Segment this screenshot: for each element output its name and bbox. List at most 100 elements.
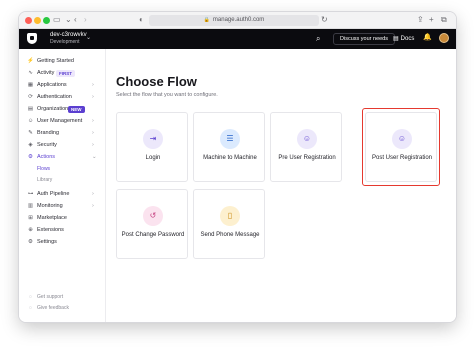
address-bar[interactable]: 🔒 manage.auth0.com xyxy=(149,15,319,26)
sidebar-item-security[interactable]: ◈ Security › xyxy=(19,140,106,151)
sidebar-item-user-management[interactable]: ☺ User Management › xyxy=(19,116,106,127)
flow-card-machine-to-machine[interactable]: ☰ Machine to Machine xyxy=(193,112,265,182)
flow-card-label: Machine to Machine xyxy=(203,155,257,161)
sidebar: ⚡ Getting Started ∿ Activity FIRST ▦ App… xyxy=(19,49,106,322)
lock-icon: 🔒 xyxy=(203,17,210,23)
new-badge: NEW xyxy=(68,106,85,113)
forward-icon[interactable]: › xyxy=(84,15,87,25)
chevron-right-icon: › xyxy=(92,203,94,209)
authentication-icon: ⟳ xyxy=(28,94,33,100)
sidebar-item-label: Organizations xyxy=(37,106,71,112)
flow-card-login[interactable]: ⇥ Login xyxy=(116,112,188,182)
sidebar-item-label: Settings xyxy=(37,239,57,245)
rocket-icon: ⚡ xyxy=(27,58,34,64)
monitoring-icon: ▥ xyxy=(27,203,34,209)
bell-icon[interactable]: 🔔 xyxy=(423,33,432,41)
tabs-overview-icon[interactable]: ⧉ xyxy=(441,15,447,25)
branding-icon: ✎ xyxy=(28,130,33,136)
sidebar-subitem-flows[interactable]: Flows xyxy=(37,165,50,174)
chevron-down-icon[interactable]: ⌄ xyxy=(65,15,72,25)
activity-icon: ∿ xyxy=(28,70,33,76)
user-management-icon: ☺ xyxy=(27,118,34,124)
sidebar-item-actions[interactable]: ⚙ Actions ⌄ xyxy=(19,152,106,163)
sidebar-item-label: Monitoring xyxy=(37,203,63,209)
sidebar-item-label: Applications xyxy=(37,82,67,88)
shield-icon[interactable]: ◐ xyxy=(139,15,144,25)
sidebar-item-label: Getting Started xyxy=(37,58,74,64)
sidebar-item-marketplace[interactable]: ⊞ Marketplace xyxy=(19,213,106,224)
page-subtitle: Select the flow that you want to configu… xyxy=(116,92,218,98)
auth0-logo[interactable] xyxy=(27,33,37,44)
sidebar-item-label: Activity xyxy=(37,70,55,76)
sidebar-item-label: Branding xyxy=(37,130,60,136)
flow-card-post-user-registration[interactable]: ☺ Post User Registration xyxy=(365,112,437,182)
sidebar-subitem-library[interactable]: Library xyxy=(37,176,52,185)
feedback-icon: ◌ xyxy=(29,305,32,311)
avatar[interactable] xyxy=(439,33,449,43)
chevron-down-icon: ⌄ xyxy=(92,154,97,160)
extensions-icon: ⊕ xyxy=(28,227,33,233)
sidebar-item-activity[interactable]: ∿ Activity FIRST xyxy=(19,68,106,79)
sidebar-item-label: Marketplace xyxy=(37,215,67,221)
reload-icon[interactable]: ↻ xyxy=(321,15,328,25)
user-plus-icon: ☺ xyxy=(392,129,412,149)
sidebar-item-organizations[interactable]: ▤ Organizations NEW xyxy=(19,104,106,115)
chevron-right-icon: › xyxy=(92,94,94,100)
docs-label: Docs xyxy=(400,36,415,42)
settings-icon: ⚙ xyxy=(28,239,33,245)
page-title: Choose Flow xyxy=(116,74,197,89)
security-icon: ◈ xyxy=(28,142,33,148)
applications-icon: ▦ xyxy=(27,82,34,88)
sidebar-item-label: Actions xyxy=(37,154,56,160)
marketplace-icon: ⊞ xyxy=(28,215,33,221)
share-icon[interactable]: ⇪ xyxy=(417,15,424,25)
back-icon[interactable]: ‹ xyxy=(74,15,77,25)
flow-card-send-phone-message[interactable]: ▯ Send Phone Message xyxy=(193,189,265,259)
sidebar-item-label: Extensions xyxy=(37,227,64,233)
book-icon: ▤ xyxy=(393,36,399,42)
chevron-down-icon[interactable]: ⌄ xyxy=(86,34,91,41)
flow-card-label: Post User Registration xyxy=(371,155,433,161)
sidebar-item-extensions[interactable]: ⊕ Extensions xyxy=(19,225,106,236)
chevron-right-icon: › xyxy=(92,191,94,197)
give-feedback-label: Give feedback xyxy=(37,305,69,311)
user-plus-icon: ☺ xyxy=(297,129,317,149)
docs-link[interactable]: ▤ Docs xyxy=(393,35,414,42)
tenant-environment: Development xyxy=(50,39,80,45)
reset-icon: ↺ xyxy=(143,206,163,226)
main-content: Choose Flow Select the flow that you wan… xyxy=(106,49,456,322)
sidebar-item-authentication[interactable]: ⟳ Authentication › xyxy=(19,92,106,103)
browser-window: ▭ ⌄ ‹ › ◐ 🔒 manage.auth0.com ↻ ⇪ + ⧉ dev-… xyxy=(19,12,456,322)
sidebar-item-label: Auth Pipeline xyxy=(37,191,70,197)
url-text: manage.auth0.com xyxy=(212,17,265,23)
top-navigation: dev-c3rowvkv Development ⌄ ⌕ Discuss you… xyxy=(19,29,456,49)
flow-card-label: Post Change Password xyxy=(121,232,185,238)
sidebar-item-label: Security xyxy=(37,142,57,148)
organizations-icon: ▤ xyxy=(27,106,34,112)
maximize-window-button[interactable] xyxy=(43,17,50,24)
sidebar-item-auth-pipeline[interactable]: ⊶ Auth Pipeline › xyxy=(19,189,106,200)
sidebar-item-label: Authentication xyxy=(37,94,72,100)
sidebar-item-settings[interactable]: ⚙ Settings xyxy=(19,237,106,248)
sidebar-toggle-icon[interactable]: ▭ xyxy=(53,15,61,25)
new-tab-icon[interactable]: + xyxy=(429,15,434,25)
browser-toolbar: ▭ ⌄ ‹ › ◐ 🔒 manage.auth0.com ↻ ⇪ + ⧉ xyxy=(19,12,456,29)
flow-card-label: Send Phone Message xyxy=(200,232,260,238)
flow-card-post-change-password[interactable]: ↺ Post Change Password xyxy=(116,189,188,259)
sidebar-item-branding[interactable]: ✎ Branding › xyxy=(19,128,106,139)
chevron-right-icon: › xyxy=(92,130,94,136)
discuss-needs-button[interactable]: Discuss your needs xyxy=(333,33,395,45)
tenant-switcher[interactable]: dev-c3rowvkv Development xyxy=(50,32,87,46)
get-support-label: Get support xyxy=(37,294,64,300)
phone-icon: ▯ xyxy=(220,206,240,226)
minimize-window-button[interactable] xyxy=(34,17,41,24)
chevron-right-icon: › xyxy=(92,118,94,124)
login-icon: ⇥ xyxy=(143,129,163,149)
sidebar-item-getting-started[interactable]: ⚡ Getting Started xyxy=(19,56,106,67)
sidebar-item-applications[interactable]: ▦ Applications › xyxy=(19,80,106,91)
flow-card-pre-user-registration[interactable]: ☺ Pre User Registration xyxy=(270,112,342,182)
actions-icon: ⚙ xyxy=(28,154,33,160)
close-window-button[interactable] xyxy=(25,17,32,24)
sidebar-item-monitoring[interactable]: ▥ Monitoring › xyxy=(19,201,106,212)
search-icon[interactable]: ⌕ xyxy=(316,34,320,44)
